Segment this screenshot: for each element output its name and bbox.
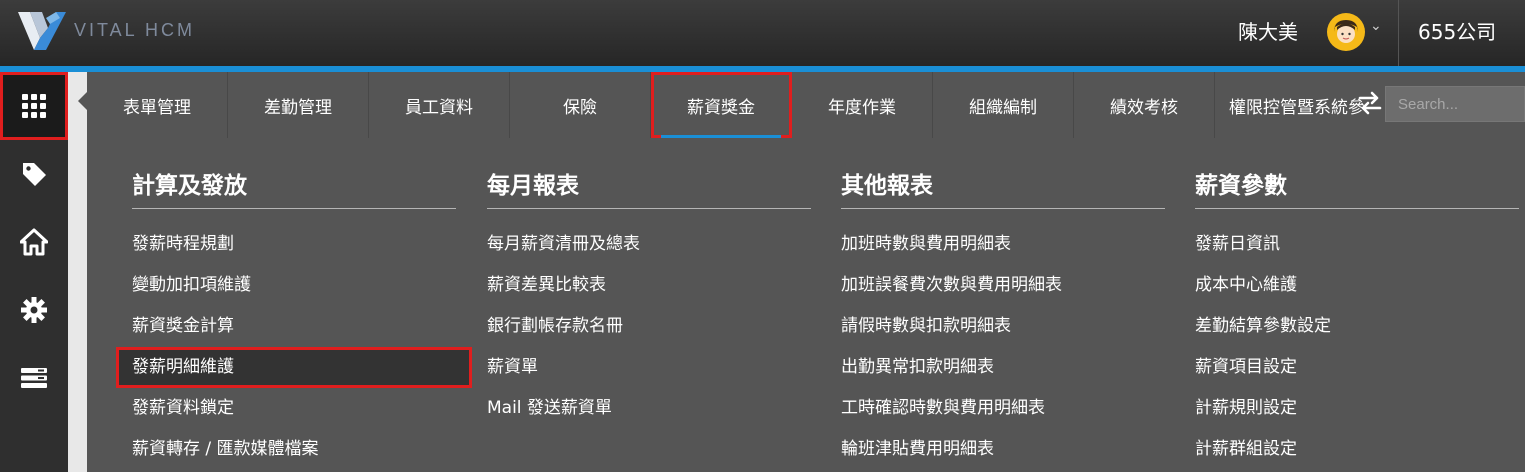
menu-link[interactable]: 薪資差異比較表 — [471, 265, 827, 306]
gear-icon — [21, 297, 47, 323]
menu-link[interactable]: 出勤異常扣款明細表 — [825, 347, 1181, 388]
column-list: 發薪時程規劃 變動加扣項維護 薪資獎金計算 發薪明細維護 發薪資料鎖定 薪資轉存… — [116, 224, 472, 470]
tab-insurance[interactable]: 保險 — [510, 72, 651, 138]
menu-link[interactable]: 發薪日資訊 — [1179, 224, 1525, 265]
menu-link-highlighted[interactable]: 發薪明細維護 — [116, 347, 472, 388]
column-list: 加班時數與費用明細表 加班誤餐費次數與費用明細表 請假時數與扣款明細表 出勤異常… — [825, 224, 1181, 470]
column-divider — [1195, 208, 1519, 209]
user-name[interactable]: 陳大美 — [1238, 16, 1298, 45]
tag-icon — [23, 163, 46, 186]
column-divider — [841, 208, 1165, 209]
column-list: 發薪日資訊 成本中心維護 差勤結算參數設定 薪資項目設定 計薪規則設定 計薪群組… — [1179, 224, 1525, 470]
tab-permissions[interactable]: 權限控管暨系統參 — [1215, 72, 1370, 138]
mega-menu: 表單管理 差勤管理 員工資料 保險 薪資獎金 年度作業 組織編制 績效考核 權限… — [87, 72, 1525, 472]
apps-grid-icon — [22, 94, 46, 118]
tab-bar: 表單管理 差勤管理 員工資料 保險 薪資獎金 年度作業 組織編制 績效考核 權限… — [87, 72, 1525, 138]
sidebar-item-apps[interactable] — [0, 72, 68, 140]
vital-logo-icon[interactable] — [16, 8, 68, 54]
menu-link[interactable]: 發薪時程規劃 — [116, 224, 472, 265]
column-list: 每月薪資清冊及總表 薪資差異比較表 銀行劃帳存款名冊 薪資單 Mail 發送薪資… — [471, 224, 827, 429]
menu-link[interactable]: 薪資獎金計算 — [116, 306, 472, 347]
menu-link[interactable]: 請假時數與扣款明細表 — [825, 306, 1181, 347]
menu-link[interactable]: 工時確認時數與費用明細表 — [825, 388, 1181, 429]
menu-link[interactable]: Mail 發送薪資單 — [471, 388, 827, 429]
menu-link[interactable]: 差勤結算參數設定 — [1179, 306, 1525, 347]
tab-payroll[interactable]: 薪資獎金 — [651, 72, 792, 138]
top-bar: VITAL HCM 陳大美 ⌄ 655公司 — [0, 0, 1525, 66]
column-divider — [487, 208, 811, 209]
menu-link[interactable]: 成本中心維護 — [1179, 265, 1525, 306]
header-divider — [1398, 0, 1399, 66]
menu-link[interactable]: 薪資單 — [471, 347, 827, 388]
column-title: 薪資參數 — [1195, 173, 1287, 199]
menu-caret — [78, 92, 87, 110]
sidebar-item-tags[interactable] — [0, 140, 68, 208]
menu-link[interactable]: 薪資轉存 / 匯款媒體檔案 — [116, 429, 472, 470]
menu-link[interactable]: 變動加扣項維護 — [116, 265, 472, 306]
column-divider — [132, 208, 456, 209]
menu-link[interactable]: 加班誤餐費次數與費用明細表 — [825, 265, 1181, 306]
tab-forms[interactable]: 表單管理 — [87, 72, 228, 138]
tab-employee-data[interactable]: 員工資料 — [369, 72, 510, 138]
search-input[interactable] — [1385, 86, 1525, 122]
tab-annual-tasks[interactable]: 年度作業 — [792, 72, 933, 138]
swap-arrows-icon[interactable] — [1357, 90, 1383, 116]
menu-link[interactable]: 加班時數與費用明細表 — [825, 224, 1181, 265]
column-title: 其他報表 — [841, 173, 933, 199]
company-name[interactable]: 655公司 — [1418, 16, 1496, 45]
menu-link[interactable]: 計薪群組設定 — [1179, 429, 1525, 470]
column-title: 計算及發放 — [132, 173, 247, 199]
menu-link[interactable]: 計薪規則設定 — [1179, 388, 1525, 429]
menu-link[interactable]: 輪班津貼費用明細表 — [825, 429, 1181, 470]
tab-organization[interactable]: 組織編制 — [933, 72, 1074, 138]
sidebar — [0, 72, 68, 472]
menu-link[interactable]: 每月薪資清冊及總表 — [471, 224, 827, 265]
sidebar-item-home[interactable] — [0, 208, 68, 276]
home-icon — [20, 228, 48, 256]
tab-attendance[interactable]: 差勤管理 — [228, 72, 369, 138]
sidebar-item-settings[interactable] — [0, 276, 68, 344]
chevron-down-icon[interactable]: ⌄ — [1370, 18, 1382, 34]
brand-name: VITAL HCM — [74, 20, 196, 40]
sidebar-item-server[interactable] — [0, 344, 68, 412]
column-title: 每月報表 — [487, 173, 579, 199]
server-icon — [21, 368, 47, 388]
menu-link[interactable]: 銀行劃帳存款名冊 — [471, 306, 827, 347]
avatar[interactable] — [1326, 12, 1366, 52]
tab-performance[interactable]: 績效考核 — [1074, 72, 1215, 138]
menu-link[interactable]: 薪資項目設定 — [1179, 347, 1525, 388]
menu-link[interactable]: 發薪資料鎖定 — [116, 388, 472, 429]
